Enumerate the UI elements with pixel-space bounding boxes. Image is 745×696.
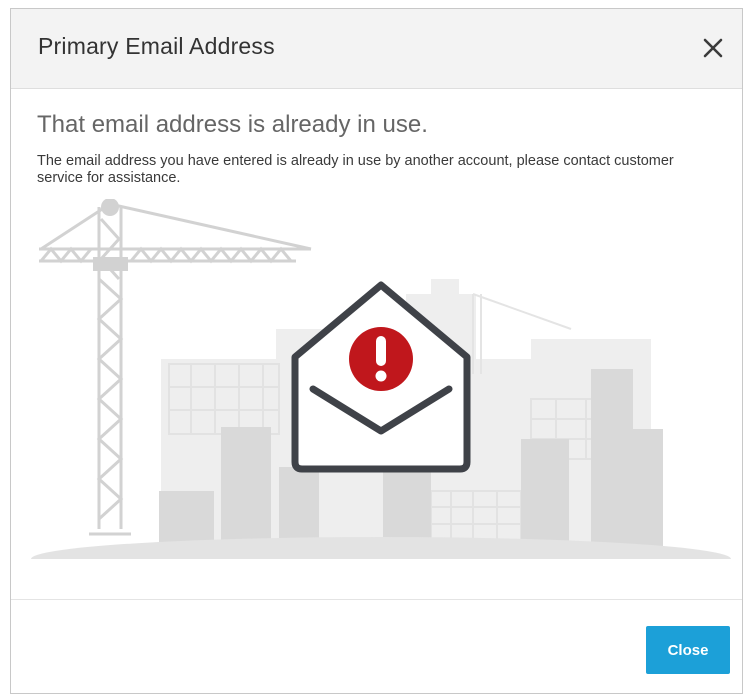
email-in-use-dialog: Primary Email Address That email address… (10, 8, 743, 694)
dialog-title: Primary Email Address (38, 33, 275, 59)
dialog-header: Primary Email Address (11, 9, 742, 89)
error-message: The email address you have entered is al… (37, 153, 674, 186)
crane-cab (93, 257, 128, 271)
crane-top (101, 198, 119, 216)
close-button[interactable]: Close (646, 626, 730, 674)
dialog-body: That email address is already in use. Th… (11, 89, 742, 597)
construction-illustration (11, 198, 742, 589)
close-x-icon[interactable] (698, 33, 728, 63)
dialog-footer: Close (11, 599, 742, 693)
ground-cut (31, 559, 731, 589)
error-headline: That email address is already in use. (37, 111, 428, 138)
